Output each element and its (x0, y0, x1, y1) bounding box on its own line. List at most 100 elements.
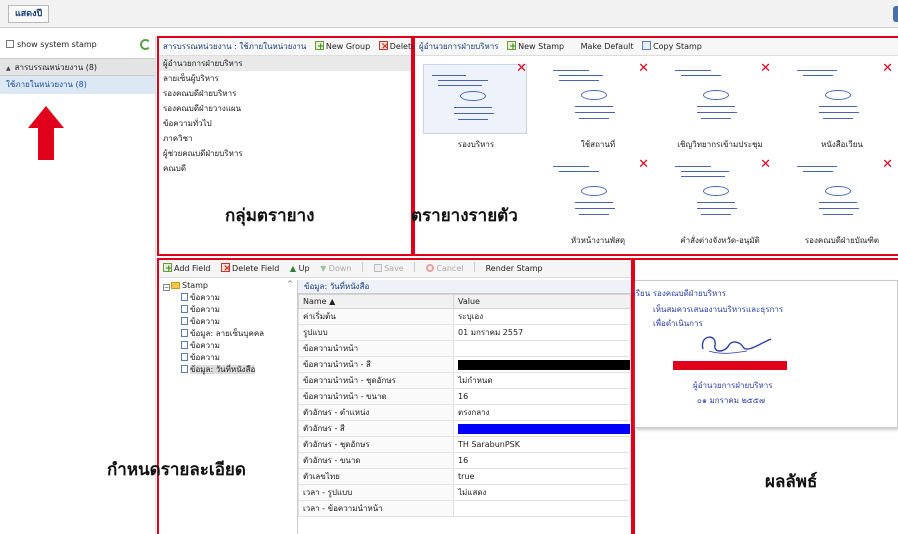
stamp-card[interactable]: ✕ ใช้สถานที่ (543, 62, 653, 152)
collapse-icon[interactable]: − (163, 284, 170, 291)
up-label: Up (298, 264, 310, 273)
property-value[interactable] (453, 420, 631, 437)
group-list-item[interactable]: รองคณบดีฝ่ายวางแผน (159, 101, 411, 116)
stamp-card[interactable]: ✕ คำสั่งต่างจังหวัด-อนุมัติ (665, 158, 775, 248)
tree-item-label: ข้อมูล: ลายเซ็นบุคคล (190, 329, 265, 338)
property-value[interactable]: ไม่กำหนด (453, 372, 631, 389)
table-row[interactable]: ตัวอักษร - สี (298, 420, 631, 437)
group-list-item[interactable]: ภาควิชา (159, 131, 411, 146)
scroll-up-icon[interactable]: ^ (287, 280, 293, 288)
down-button[interactable]: ▼ Down (320, 260, 351, 278)
table-row[interactable]: ตัวอักษร - ชุดอักษร TH SarabunPSK (298, 436, 631, 453)
tree-root[interactable]: − Stamp (159, 280, 295, 292)
delete-stamp-icon[interactable]: ✕ (638, 62, 649, 75)
table-row[interactable]: ตัวอักษร - ตำแหน่ง ตรงกลาง (298, 404, 631, 421)
delete-stamp-icon[interactable]: ✕ (882, 158, 893, 171)
tree-item[interactable]: ข้อมูล: วันที่หนังสือ (159, 364, 295, 376)
table-row[interactable]: ข้อความนำหน้า - สี (298, 356, 631, 373)
show-system-stamp-checkbox[interactable] (6, 40, 14, 48)
property-value[interactable] (453, 340, 631, 357)
table-row[interactable]: ตัวอักษร - ขนาด 16 (298, 452, 631, 469)
delete-stamp-icon[interactable]: ✕ (516, 62, 527, 75)
show-system-stamp-row[interactable]: show system stamp (0, 36, 155, 54)
color-swatch[interactable] (458, 359, 630, 370)
stamp-name: หัวหน้างานพัสดุ (570, 236, 626, 245)
add-field-button[interactable]: Add Field (163, 260, 211, 278)
property-value[interactable]: true (453, 468, 631, 485)
arrow-down-icon: ▼ (320, 264, 327, 273)
property-name: ตัวอักษร - ตำแหน่ง (298, 404, 454, 421)
property-value[interactable]: ตรงกลาง (453, 404, 631, 421)
tree-root-label: Stamp (182, 281, 208, 290)
property-name: รูปแบบ (298, 324, 454, 341)
property-value[interactable]: 01 มกราคม 2557 (453, 324, 631, 341)
stamp-toolbar: ผู้อำนวยการฝ่ายบริหาร New Stamp Make Def… (415, 38, 898, 56)
right-edge-handle[interactable] (893, 6, 898, 22)
tree-item[interactable]: ข้อความ (159, 316, 295, 328)
show-year-tab[interactable]: แสดงปี (8, 5, 50, 23)
group-list-item[interactable]: ผู้อำนวยการฝ่ายบริหาร (159, 56, 411, 71)
tree-item[interactable]: ข้อความ (159, 304, 295, 316)
preview-date: ๐๑ มกราคม ๒๕๕๗ (697, 396, 765, 405)
table-row[interactable]: รูปแบบ 01 มกราคม 2557 (298, 324, 631, 341)
new-group-button[interactable]: New Group (314, 38, 370, 56)
up-button[interactable]: ▲ Up (290, 260, 310, 278)
table-row[interactable]: ข้อความนำหน้า - ชุดอักษร ไม่กำหนด (298, 372, 631, 389)
stamp-thumbnail (667, 64, 771, 134)
refresh-icon[interactable] (140, 39, 151, 50)
group-list-item[interactable]: ลายเซ็นผู้บริหาร (159, 71, 411, 86)
delete-field-label: Delete Field (232, 264, 280, 273)
group-item-internal[interactable]: ใช้ภายในหน่วยงาน (8) (0, 76, 155, 94)
property-value[interactable] (453, 500, 631, 517)
delete-field-button[interactable]: Delete Field (221, 260, 279, 278)
group-list-item[interactable]: ผู้ช่วยคณบดีฝ่ายบริหาร (159, 146, 411, 161)
table-row[interactable]: ข้อความนำหน้า - ขนาด 16 (298, 388, 631, 405)
new-stamp-button[interactable]: New Stamp (507, 38, 564, 56)
table-row[interactable]: เวลา - ข้อความนำหน้า (298, 500, 631, 517)
group-header[interactable]: ▲ สารบรรณหน่วยงาน (8) (0, 58, 155, 76)
stamp-card[interactable]: ✕ รองคณบดีฝ่ายบัณฑิต (787, 158, 897, 248)
redaction-bar (673, 361, 787, 370)
property-value[interactable]: 16 (453, 388, 631, 405)
group-list-item[interactable]: ข้อความทั่วไป (159, 116, 411, 131)
stamp-card[interactable]: ✕ หนังสือเวียน (787, 62, 897, 152)
tree-item[interactable]: ข้อมูล: ลายเซ็นบุคคล (159, 328, 295, 340)
stamp-group-panel: สารบรรณหน่วยงาน : ใช้ภายในหน่วยงาน New G… (157, 36, 443, 256)
stamp-panel-title: ผู้อำนวยการฝ่ายบริหาร (419, 42, 499, 51)
table-row[interactable]: เวลา - รูปแบบ ไม่แสดง (298, 484, 631, 501)
sort-asc-icon: ▲ (329, 297, 336, 306)
save-button[interactable]: Save (373, 260, 404, 278)
toolbar-separator (474, 262, 476, 272)
property-value[interactable]: 16 (453, 452, 631, 469)
cancel-button[interactable]: Cancel (425, 260, 463, 278)
delete-stamp-icon[interactable]: ✕ (760, 158, 771, 171)
make-default-button[interactable]: Make Default (581, 38, 634, 56)
preview-sign-title: ผู้อำนวยการฝ่ายบริหาร (693, 381, 773, 390)
group-list-item[interactable]: รองคณบดีฝ่ายบริหาร (159, 86, 411, 101)
result-annotation-label: ผลลัพธ์ (765, 472, 818, 492)
tree-item[interactable]: ข้อความ (159, 292, 295, 304)
property-value[interactable]: ไม่แสดง (453, 484, 631, 501)
copy-stamp-button[interactable]: Copy Stamp (642, 38, 702, 56)
group-list-item[interactable]: คณบดี (159, 161, 411, 176)
tree-item[interactable]: ข้อความ (159, 340, 295, 352)
delete-stamp-icon[interactable]: ✕ (882, 62, 893, 75)
color-swatch[interactable] (458, 423, 630, 434)
table-row[interactable]: ตัวเลขไทย true (298, 468, 631, 485)
stamp-card[interactable]: ✕ เชิญวิทยากรเข้ามประชุม (665, 62, 775, 152)
column-header-name[interactable]: Name ▲ (298, 294, 454, 309)
delete-stamp-icon[interactable]: ✕ (760, 62, 771, 75)
render-stamp-button[interactable]: Render Stamp (486, 260, 543, 278)
collapse-icon[interactable]: ▲ (6, 65, 11, 72)
property-value[interactable] (453, 356, 631, 373)
property-value[interactable]: ระบุเอง (453, 308, 631, 325)
field-icon (181, 293, 188, 301)
table-row[interactable]: ค่าเริ่มต้น ระบุเอง (298, 308, 631, 325)
tree-item[interactable]: ข้อความ (159, 352, 295, 364)
property-value[interactable]: TH SarabunPSK (453, 436, 631, 453)
column-header-value[interactable]: Value (453, 294, 631, 309)
stamp-card[interactable]: ✕ รองบริหาร (421, 62, 531, 152)
table-row[interactable]: ข้อความนำหน้า (298, 340, 631, 357)
delete-stamp-icon[interactable]: ✕ (638, 158, 649, 171)
stamp-card[interactable]: ✕ หัวหน้างานพัสดุ (543, 158, 653, 248)
